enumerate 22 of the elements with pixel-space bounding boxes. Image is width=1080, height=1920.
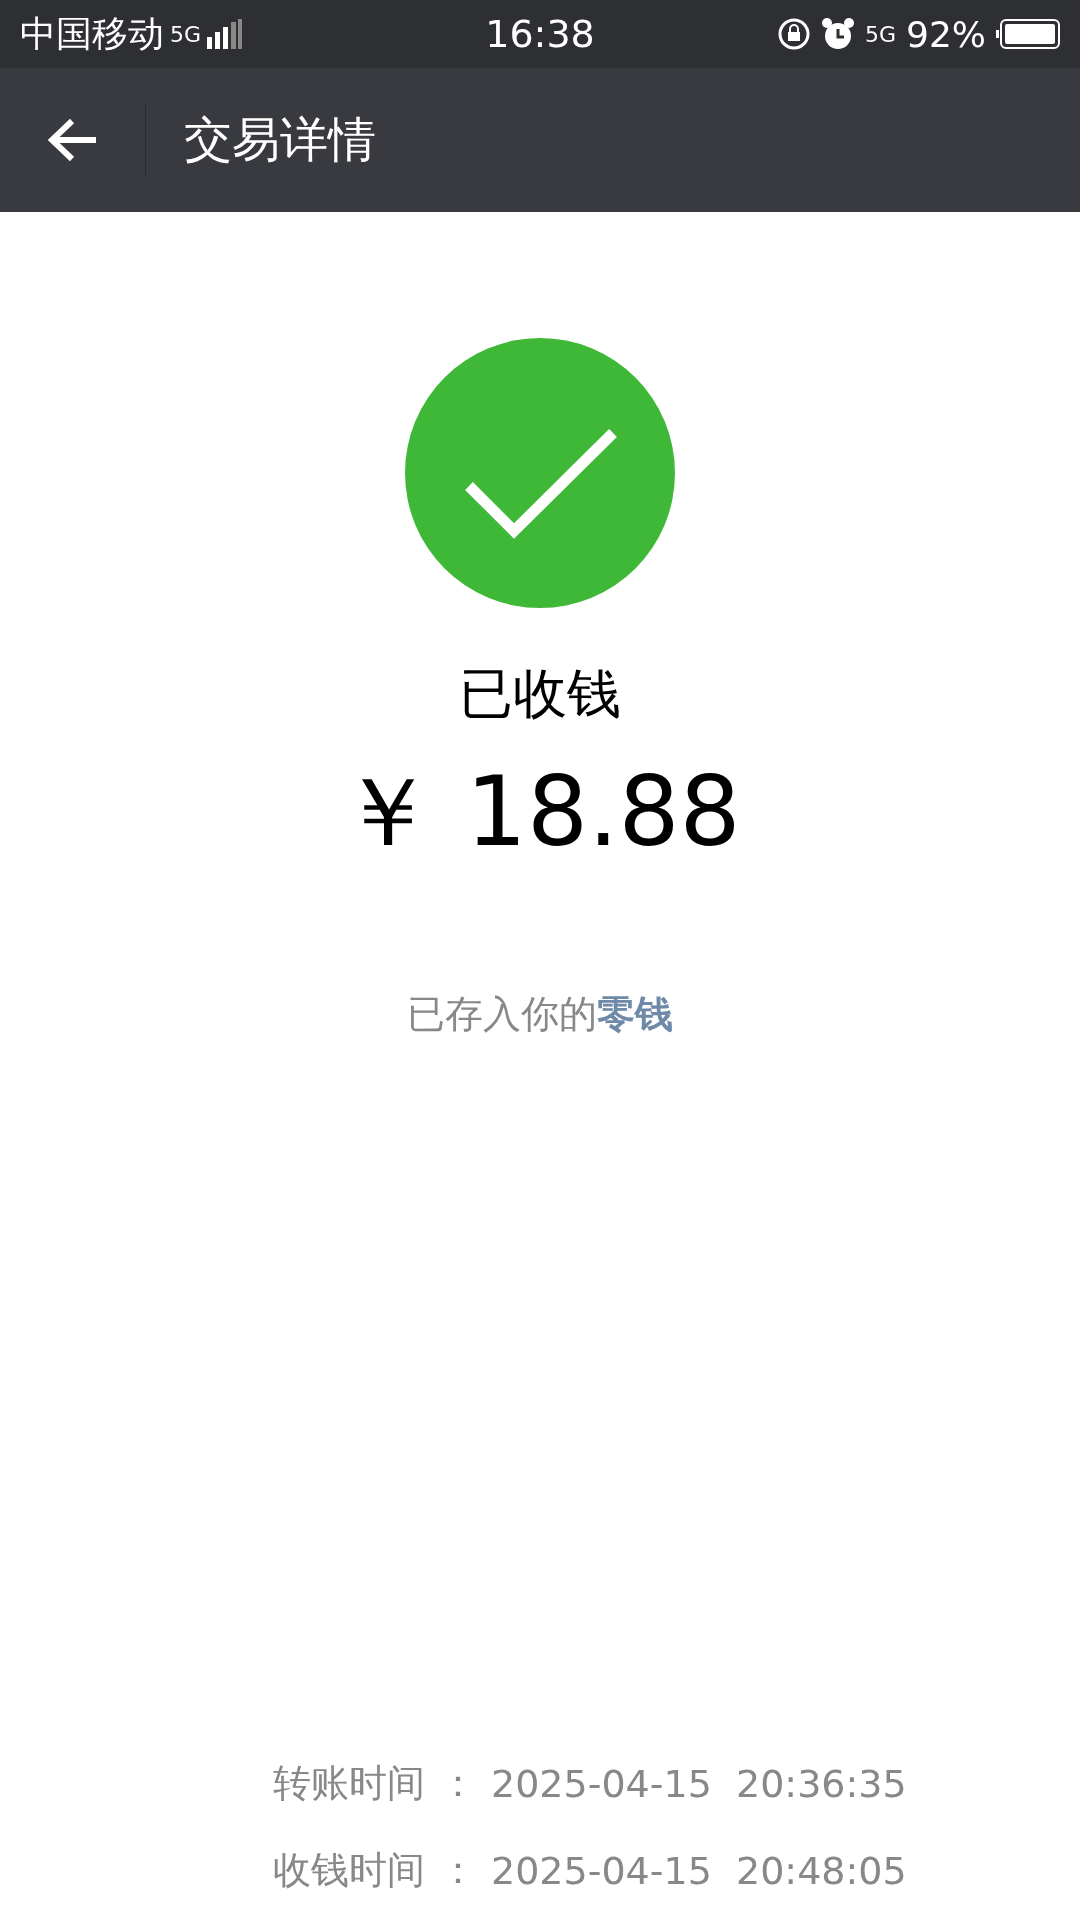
detail-label: 转账时间	[273, 1760, 425, 1807]
detail-value: 2025-04-15 20:48:05	[491, 1848, 907, 1893]
detail-value: 2025-04-15 20:36:35	[491, 1761, 907, 1806]
rotation-lock-icon	[776, 17, 811, 51]
detail-label: 收钱时间	[273, 1847, 425, 1894]
success-check-icon	[405, 338, 675, 608]
back-icon[interactable]	[47, 118, 98, 162]
alarm-icon	[820, 17, 855, 51]
clock: 16:38	[485, 12, 595, 56]
network-type: 5G	[170, 21, 202, 47]
status-text: 已收钱	[459, 661, 621, 727]
detail-separator: ：	[439, 1760, 477, 1807]
amount: ￥ 18.88	[339, 755, 741, 870]
carrier-name: 中国移动	[20, 11, 164, 56]
balance-link[interactable]: 零钱	[597, 992, 673, 1036]
battery-percentage: 92%	[906, 13, 986, 55]
battery-icon	[996, 19, 1060, 49]
detail-separator: ：	[439, 1847, 477, 1894]
page-title: 交易详情	[184, 110, 376, 169]
deposit-note: 已存入你的零钱	[407, 991, 673, 1038]
network-type: 5G	[864, 21, 896, 47]
signal-icon	[207, 19, 244, 49]
